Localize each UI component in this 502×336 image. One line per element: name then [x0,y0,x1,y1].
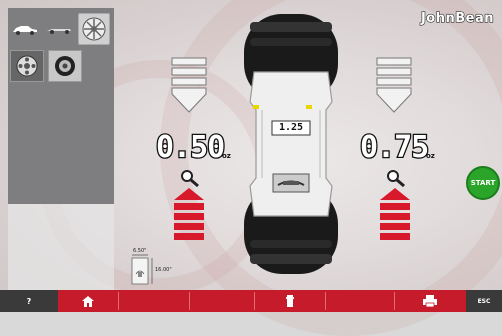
rim-mode-button[interactable] [78,13,110,45]
brand-logo: JohnBean [420,10,494,26]
truck-mode-button[interactable] [44,14,74,44]
right-weight-value: 0.75 [359,129,431,167]
esc-button[interactable]: ESC [466,290,502,312]
diameter-dimension: 16.00" [155,267,172,273]
wheel-rim-icon [82,17,106,41]
toolbar-button-3[interactable] [119,290,189,312]
print-button[interactable] [395,290,465,312]
wheel-diagram [244,14,338,274]
left-position-chevrons [171,57,207,113]
right-correction-indicator [380,188,410,240]
car-balance-icon [13,26,37,35]
start-button[interactable]: START [466,166,500,200]
width-dimension: 6.50" [133,248,147,254]
magnifier-icon [181,170,199,187]
alloy-wheel-icon [16,55,38,77]
truck-balance-icon [47,29,71,34]
left-correction-indicator [174,188,204,240]
right-position-chevrons [376,57,412,113]
clip-weight-button[interactable] [255,290,325,312]
toolbar-button-4[interactable] [190,290,254,312]
center-value: 1.25 [278,122,304,133]
wheel-type-row [10,50,82,82]
left-weight-unit: oz [222,152,231,160]
help-button[interactable]: ? [0,290,58,312]
printer-icon [423,295,437,308]
help-label: ? [26,296,32,306]
left-weight-value: 0.50 [155,129,227,167]
alloy-wheel-button[interactable] [10,50,44,82]
toolbar-button-6[interactable] [326,290,394,312]
clip-weight-icon [286,295,294,307]
car-mode-button[interactable] [10,14,40,44]
tire-wheel-icon [55,56,75,76]
right-weight-unit: oz [426,152,435,160]
tire-wheel-button[interactable] [48,50,82,82]
home-button[interactable] [58,290,118,312]
dimension-panel [8,204,114,290]
magnifier-icon [387,170,405,187]
esc-label: ESC [477,297,491,305]
home-icon [82,295,94,307]
vehicle-mode-row [10,10,110,48]
